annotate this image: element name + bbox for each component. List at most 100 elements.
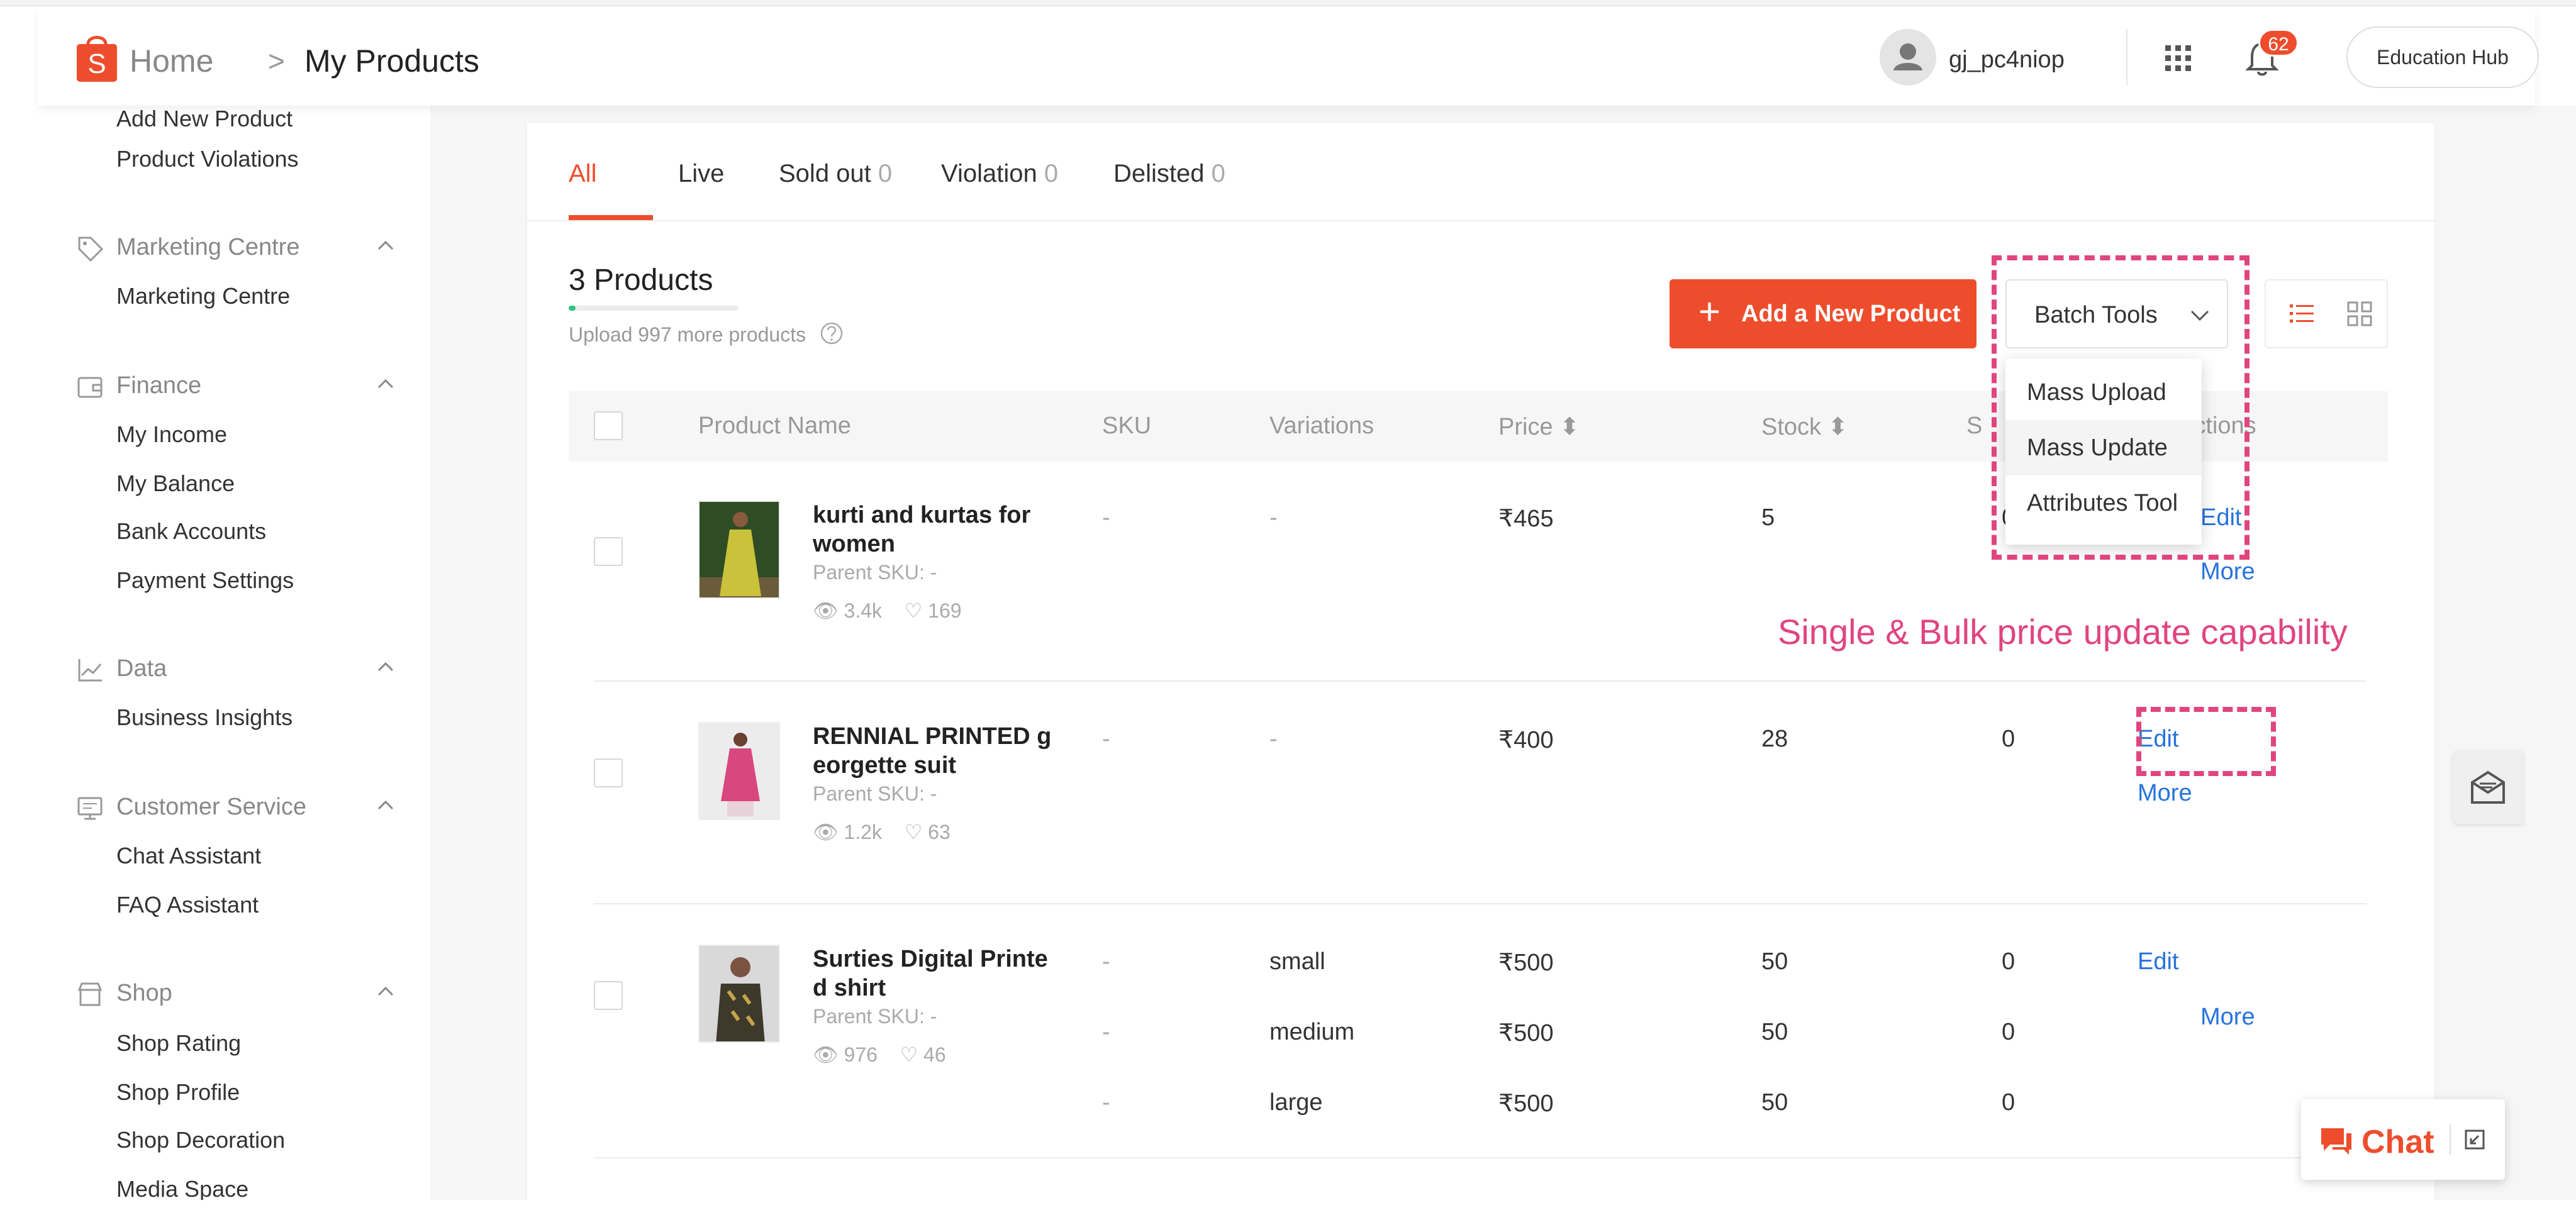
sidebar-item-faq-assistant[interactable]: FAQ Assistant bbox=[116, 892, 259, 918]
education-hub-button[interactable]: Education Hub bbox=[2346, 26, 2539, 88]
product-name[interactable]: RENNIAL PRINTED g eorgette suit bbox=[813, 722, 1052, 780]
tab-delisted[interactable]: Delisted 0 bbox=[1113, 160, 1225, 188]
sidebar-section-data[interactable]: Data bbox=[116, 655, 167, 682]
column-header-variations: Variations bbox=[1269, 413, 1374, 439]
sidebar-item-payment-settings[interactable]: Payment Settings bbox=[116, 567, 294, 594]
sidebar-item-marketing-centre[interactable]: Marketing Centre bbox=[116, 283, 290, 309]
product-name[interactable]: kurti and kurtas for women bbox=[813, 501, 1052, 558]
sidebar-section-shop[interactable]: Shop bbox=[116, 980, 172, 1007]
floating-message-button[interactable] bbox=[2453, 751, 2523, 824]
sidebar-item-shop-rating[interactable]: Shop Rating bbox=[116, 1030, 241, 1057]
row-divider bbox=[594, 1157, 2367, 1158]
sidebar-item-add-new-product[interactable]: Add New Product bbox=[116, 106, 293, 132]
status-tabs: All Live Sold out 0 Violation 0 Delisted… bbox=[527, 123, 2434, 221]
sidebar-item-product-violations[interactable]: Product Violations bbox=[116, 146, 299, 172]
product-stats: 👁 1.2k ♡ 63 bbox=[813, 821, 951, 843]
stock-value[interactable]: 50 bbox=[1761, 1019, 1788, 1046]
add-new-product-button[interactable]: + Add a New Product bbox=[1670, 279, 1977, 348]
more-link[interactable]: More bbox=[2200, 1004, 2255, 1031]
plus-icon: + bbox=[1698, 291, 1721, 333]
sidebar-item-my-balance[interactable]: My Balance bbox=[116, 470, 235, 497]
shop-logo-icon[interactable]: S bbox=[74, 30, 120, 83]
sidebar-section-marketing[interactable]: Marketing Centre bbox=[116, 234, 299, 261]
sku-value: - bbox=[1102, 504, 1110, 531]
wallet-icon bbox=[77, 377, 103, 398]
eye-icon: 👁 bbox=[813, 821, 839, 843]
grid-view-icon[interactable] bbox=[2345, 299, 2374, 328]
column-header-product-name: Product Name bbox=[698, 413, 851, 439]
list-view-icon[interactable] bbox=[2287, 299, 2316, 328]
stock-value[interactable]: 28 bbox=[1761, 726, 1788, 753]
sidebar-section-finance[interactable]: Finance bbox=[116, 372, 201, 399]
active-tab-indicator bbox=[569, 215, 653, 220]
product-count-title: 3 Products bbox=[569, 264, 713, 297]
sku-value: - bbox=[1102, 1019, 1110, 1045]
eye-icon: 👁 bbox=[813, 599, 839, 622]
price-value[interactable]: ₹465 bbox=[1498, 504, 1554, 533]
tag-icon bbox=[78, 236, 104, 262]
sales-value: 0 bbox=[2002, 726, 2016, 752]
chevron-up-icon[interactable] bbox=[375, 981, 396, 1002]
sales-value: 0 bbox=[2002, 948, 2016, 975]
apps-grid-icon[interactable] bbox=[2163, 43, 2194, 74]
product-thumbnail[interactable] bbox=[698, 945, 780, 1043]
price-value[interactable]: ₹500 bbox=[1498, 1089, 1554, 1118]
edit-link[interactable]: Edit bbox=[2138, 948, 2178, 975]
row-checkbox[interactable] bbox=[594, 981, 623, 1010]
chevron-up-icon[interactable] bbox=[375, 374, 396, 395]
tab-all[interactable]: All bbox=[569, 160, 596, 188]
parent-sku: Parent SKU: - bbox=[813, 782, 937, 805]
tab-live[interactable]: Live bbox=[678, 160, 724, 188]
stock-value[interactable]: 5 bbox=[1761, 504, 1775, 531]
view-toggle bbox=[2265, 279, 2388, 348]
monitor-icon bbox=[77, 797, 103, 820]
product-stats: 👁 3.4k ♡ 169 bbox=[813, 599, 962, 622]
chat-divider bbox=[2450, 1124, 2451, 1155]
product-thumbnail[interactable] bbox=[698, 722, 780, 820]
stock-value[interactable]: 50 bbox=[1761, 948, 1788, 975]
sidebar-item-my-income[interactable]: My Income bbox=[116, 421, 227, 448]
sidebar-item-bank-accounts[interactable]: Bank Accounts bbox=[116, 518, 266, 545]
product-image-suit bbox=[700, 723, 779, 819]
chevron-up-icon[interactable] bbox=[375, 795, 396, 816]
row-checkbox[interactable] bbox=[594, 758, 623, 787]
sidebar: Add New Product Product Violations Marke… bbox=[0, 106, 430, 1210]
username[interactable]: gj_pc4niop bbox=[1949, 47, 2065, 74]
column-header-sku: SKU bbox=[1102, 413, 1152, 439]
sku-value: - bbox=[1102, 948, 1110, 975]
top-header: S Home > My Products gj_pc4niop 62 Educa… bbox=[38, 8, 2539, 106]
column-header-price[interactable]: Price ⬍ bbox=[1498, 413, 1580, 441]
more-link[interactable]: More bbox=[2200, 558, 2255, 586]
row-checkbox[interactable] bbox=[594, 537, 623, 566]
breadcrumb-home[interactable]: Home bbox=[130, 43, 213, 79]
parent-sku: Parent SKU: - bbox=[813, 561, 937, 584]
stock-value[interactable]: 50 bbox=[1761, 1089, 1788, 1116]
product-name[interactable]: Surties Digital Printe d shirt bbox=[813, 945, 1052, 1002]
sort-icon: ⬍ bbox=[1827, 414, 1848, 440]
price-value[interactable]: ₹500 bbox=[1498, 948, 1554, 977]
avatar[interactable] bbox=[1880, 29, 1936, 86]
select-all-checkbox[interactable] bbox=[594, 411, 623, 440]
chat-label: Chat bbox=[2361, 1124, 2434, 1160]
minimize-icon[interactable] bbox=[2462, 1127, 2487, 1152]
sidebar-section-customer-service[interactable]: Customer Service bbox=[116, 794, 306, 821]
sidebar-item-chat-assistant[interactable]: Chat Assistant bbox=[116, 843, 261, 869]
tab-violation[interactable]: Violation 0 bbox=[941, 160, 1058, 188]
more-link[interactable]: More bbox=[2138, 780, 2192, 807]
upload-limit-note: Upload 997 more products bbox=[569, 323, 806, 346]
product-stats: 👁 976 ♡ 46 bbox=[813, 1043, 946, 1066]
help-circle-icon[interactable] bbox=[819, 321, 844, 346]
price-value[interactable]: ₹500 bbox=[1498, 1019, 1554, 1047]
product-thumbnail[interactable] bbox=[698, 501, 780, 599]
chevron-up-icon[interactable] bbox=[375, 235, 396, 257]
column-header-sales: S bbox=[1966, 413, 1983, 439]
chat-widget[interactable]: Chat bbox=[2301, 1099, 2505, 1180]
tab-sold-out[interactable]: Sold out 0 bbox=[779, 160, 892, 188]
sidebar-item-shop-decoration[interactable]: Shop Decoration bbox=[116, 1127, 285, 1153]
sidebar-item-business-insights[interactable]: Business Insights bbox=[116, 704, 293, 731]
price-value[interactable]: ₹400 bbox=[1498, 726, 1554, 754]
chevron-up-icon[interactable] bbox=[375, 657, 396, 678]
sidebar-item-shop-profile[interactable]: Shop Profile bbox=[116, 1079, 240, 1106]
column-header-stock[interactable]: Stock ⬍ bbox=[1761, 413, 1848, 441]
sidebar-item-media-space[interactable]: Media Space bbox=[116, 1176, 248, 1202]
